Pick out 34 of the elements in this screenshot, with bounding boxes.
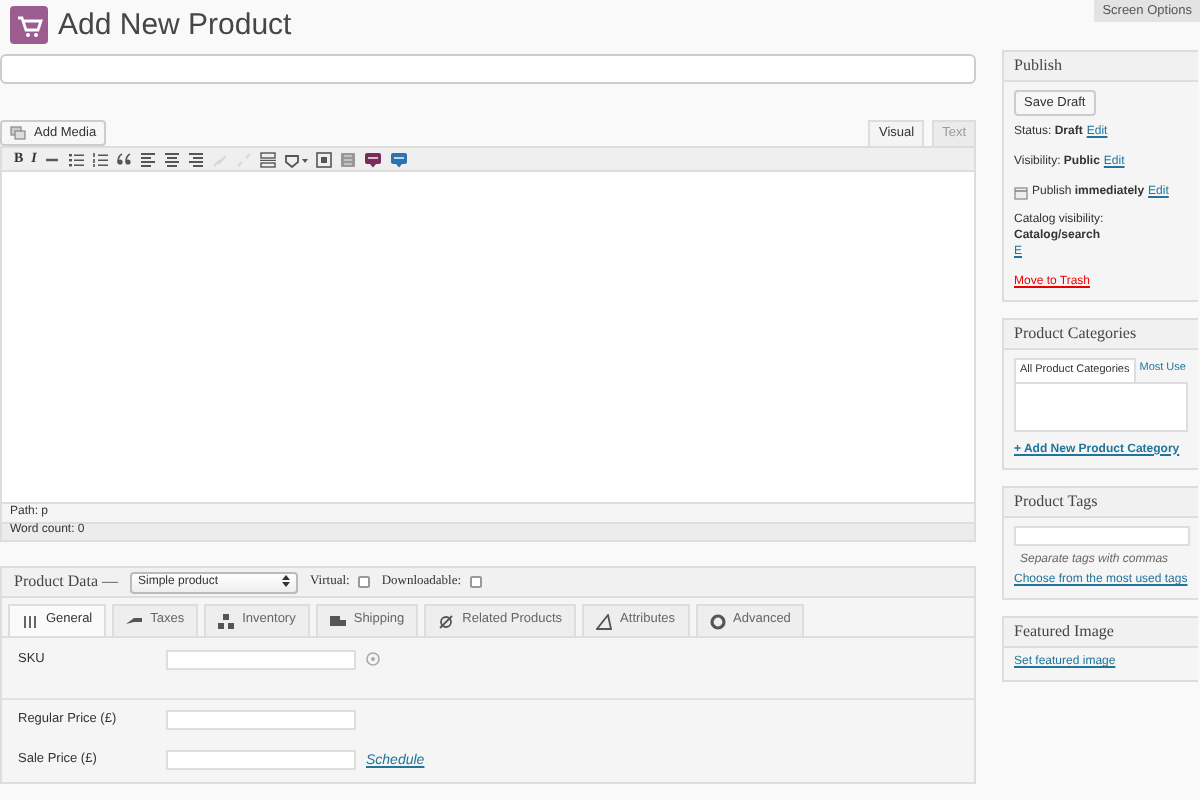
align-left-icon[interactable] (140, 151, 157, 168)
spellcheck-icon[interactable] (284, 151, 309, 168)
speech-bubble-icon[interactable] (364, 151, 383, 168)
boxes-icon (218, 613, 235, 630)
align-center-icon[interactable] (164, 151, 181, 168)
panel-title: Product Categories (1004, 319, 1198, 350)
align-right-icon[interactable] (188, 151, 205, 168)
quote-icon[interactable] (116, 151, 133, 168)
numbered-list-icon[interactable] (92, 151, 109, 168)
circle-slash-icon (438, 613, 455, 630)
panel-title: Product Data — (14, 572, 118, 594)
fullscreen-icon[interactable] (316, 151, 333, 168)
updown-arrow-icon (282, 573, 290, 588)
text-field[interactable] (166, 750, 356, 771)
speech-bubble-icon[interactable] (390, 151, 409, 168)
page-title: Add New Product (58, 6, 292, 46)
page-break-icon[interactable] (260, 151, 277, 168)
panel-title: Publish (1004, 52, 1198, 82)
text-field[interactable] (166, 709, 356, 730)
text-field[interactable] (166, 649, 356, 670)
checkbox[interactable] (357, 576, 370, 589)
media-icon (10, 126, 26, 141)
toolbar-toggle-icon[interactable] (340, 151, 357, 168)
cart-icon (10, 6, 48, 44)
truck-icon (329, 613, 346, 630)
checkbox[interactable] (469, 576, 482, 589)
panel-title: Featured Image (1004, 618, 1198, 649)
panel-title: Product Tags (1004, 487, 1198, 518)
calendar-icon (1014, 185, 1028, 200)
tag-field[interactable] (1014, 525, 1190, 546)
triangle-icon (596, 613, 613, 630)
bullet-list-icon[interactable] (68, 151, 85, 168)
columns-icon (22, 613, 38, 630)
title-field[interactable] (0, 54, 976, 84)
